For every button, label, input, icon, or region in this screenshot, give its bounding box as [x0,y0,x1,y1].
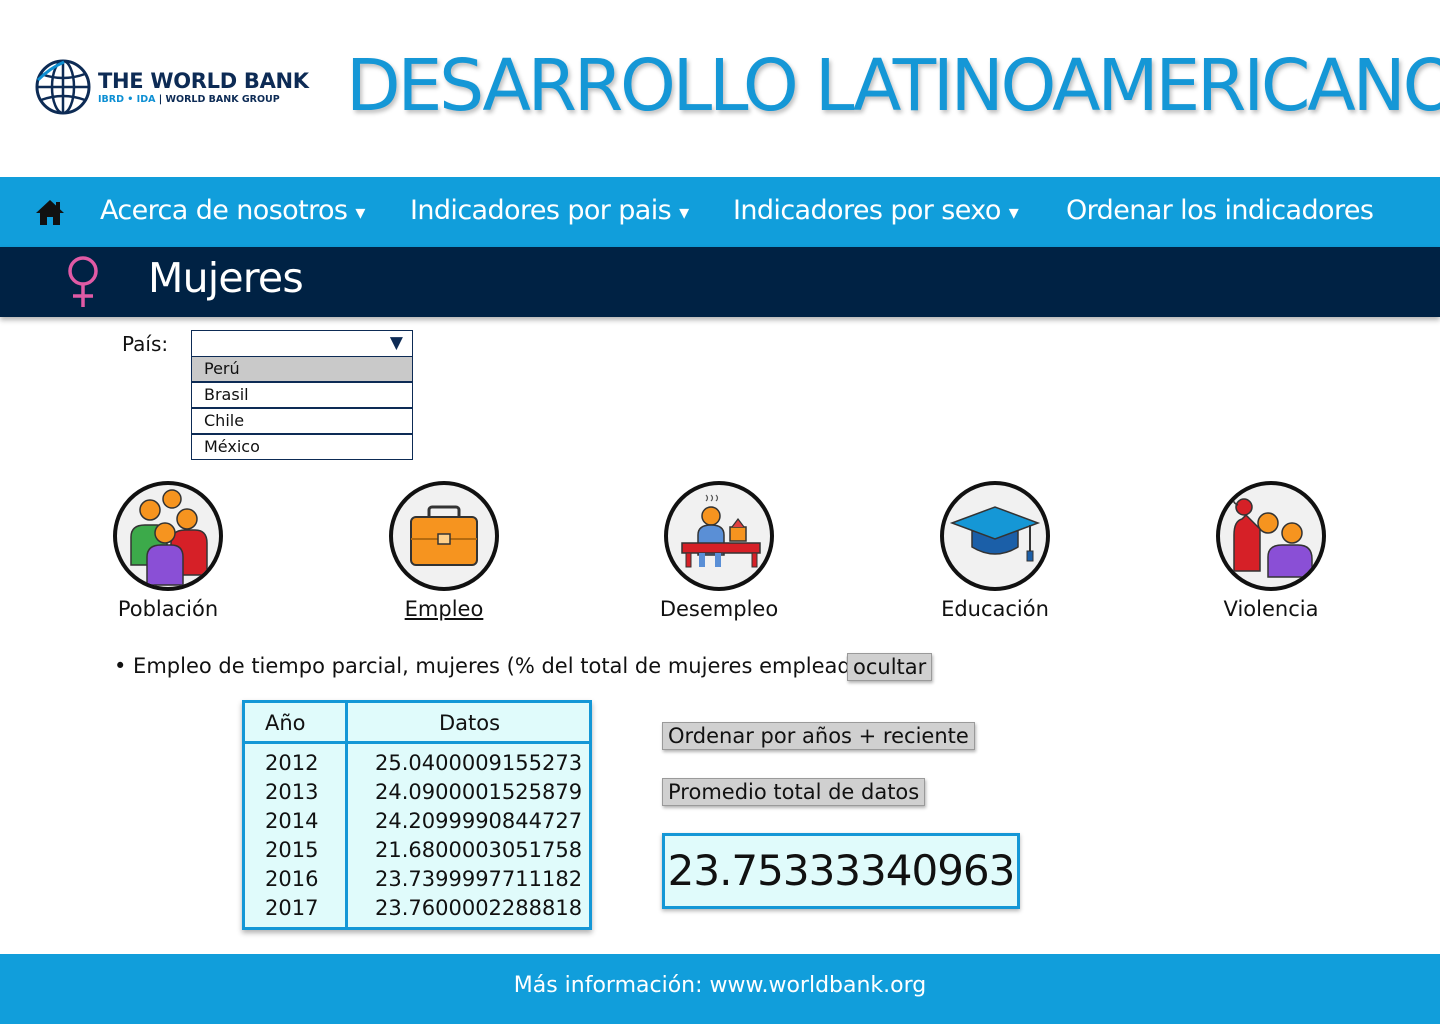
brand-separator: | [155,94,166,105]
population-icon [113,481,223,591]
chevron-down-icon: ▾ [355,200,365,224]
country-label: País: [122,332,169,356]
table-header-data: Datos [439,711,501,735]
table-header-year: Año [265,711,306,735]
category-label: Desempleo [659,597,779,621]
brand-ibrd: IBRD • IDA [98,94,156,105]
category-label: Empleo [404,597,484,621]
unemployed-person-icon [664,481,774,591]
chevron-down-icon: ▾ [1008,200,1019,224]
world-bank-logo[interactable]: THE WORLD BANK IBRD • IDA | WORLD BANK G… [34,58,309,116]
data-table: Año Datos 2012 2013 2014 2015 2016 2017 … [242,700,592,930]
table-cell-year: 2016 [265,867,319,891]
table-divider [345,703,348,927]
category-violencia[interactable]: Violencia [1161,481,1381,621]
table-cell-value: 24.2099990844727 [375,809,583,833]
dropdown-arrow-icon: ▼ [389,333,403,353]
chevron-down-icon: ▾ [679,200,689,224]
table-cell-year: 2014 [265,809,319,833]
category-educacion[interactable]: Educación [885,481,1105,621]
category-label: Violencia [1223,597,1319,621]
country-select[interactable]: ▼ [191,330,413,357]
page-title: DESARROLLO LATINOAMERICANO [346,44,1440,127]
hide-button[interactable]: ocultar [847,653,933,681]
nav-item-label: Ordenar los indicadores [1066,195,1374,226]
nav-item-label: Indicadores por pais [410,195,672,226]
section-header: Mujeres [0,247,1440,317]
nav-item-country-indicators[interactable]: Indicadores por pais ▾ [410,177,689,247]
country-option-mexico[interactable]: México [191,434,413,460]
nav-item-sort-indicators[interactable]: Ordenar los indicadores [1066,177,1374,247]
table-values-column: 25.0400009155273 24.0900001525879 24.209… [375,749,582,923]
globe-icon [35,59,91,115]
main-nav: Acerca de nosotros ▾ Indicadores por pais… [0,177,1440,247]
table-cell-value: 25.0400009155273 [375,751,583,775]
nav-item-about[interactable]: Acerca de nosotros ▾ [100,177,365,247]
indicator-title: • Empleo de tiempo parcial, mujeres (% d… [114,654,883,678]
briefcase-icon [389,481,499,591]
table-cell-year: 2015 [265,838,319,862]
nav-item-gender-indicators[interactable]: Indicadores por sexo ▾ [733,177,1019,247]
footer-info: Más información: www.worldbank.org [0,954,1440,1024]
average-button[interactable]: Promedio total de datos [662,778,926,806]
table-cell-value: 23.7399997711182 [375,867,583,891]
category-label: Educación [941,597,1049,621]
category-empleo[interactable]: Empleo [334,481,554,621]
graduation-cap-icon [940,481,1050,591]
nav-item-label: Indicadores por sexo [733,195,1001,226]
female-symbol-icon [68,256,98,307]
table-cell-year: 2012 [265,751,319,775]
table-cell-value: 24.0900001525879 [375,780,583,804]
section-title: Mujeres [148,254,304,302]
table-divider [245,741,589,744]
category-desempleo[interactable]: Desempleo [609,481,829,621]
brand-group: WORLD BANK GROUP [165,94,280,105]
table-cell-value: 21.6800003051758 [375,838,583,862]
sort-by-year-button[interactable]: Ordenar por años + reciente [662,722,975,750]
country-option-brasil[interactable]: Brasil [191,382,413,408]
category-poblacion[interactable]: Población [58,481,278,621]
country-option-chile[interactable]: Chile [191,408,413,434]
table-years-column: 2012 2013 2014 2015 2016 2017 [265,749,318,923]
table-cell-value: 23.7600002288818 [375,896,583,920]
table-cell-year: 2017 [265,896,319,920]
category-label: Población [117,597,219,621]
home-icon[interactable] [34,197,66,227]
violence-icon [1216,481,1326,591]
average-result: 23.75333340963 [662,833,1020,909]
table-cell-year: 2013 [265,780,319,804]
brand-subtitle: IBRD • IDA | WORLD BANK GROUP [98,94,309,105]
brand-name: THE WORLD BANK [98,69,309,93]
country-option-peru[interactable]: Perú [191,356,413,382]
nav-item-label: Acerca de nosotros [100,195,348,226]
